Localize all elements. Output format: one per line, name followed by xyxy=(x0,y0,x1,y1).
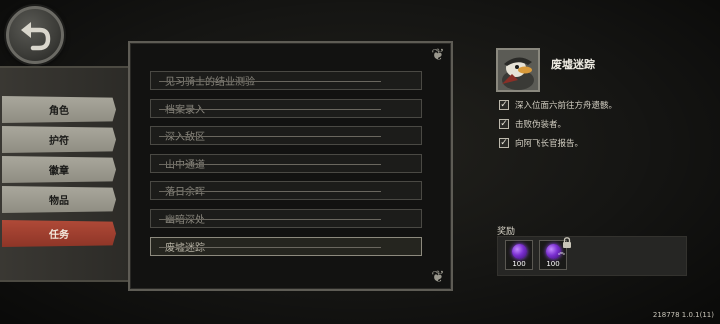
tab-items[interactable]: 物品 xyxy=(2,186,116,213)
upgrade-chevron-icon: ︽ xyxy=(558,248,565,256)
objective-text: 深入位面六前往方舟遗骸。 xyxy=(515,101,618,111)
quest-list-item[interactable]: 档案录入 xyxy=(150,99,422,118)
objective-row: ✓ 击败伪装者。 xyxy=(499,117,566,131)
quest-giver-portrait xyxy=(496,48,540,92)
tab-character[interactable]: 角色 xyxy=(2,96,116,123)
lock-icon xyxy=(563,237,571,248)
objective-row: ✓ 向阿飞长官报告。 xyxy=(499,136,583,150)
strikethrough-line xyxy=(159,81,381,82)
reward-count: 100 xyxy=(512,260,526,268)
tab-label: 任务 xyxy=(49,230,69,241)
quest-list-item[interactable]: 落日余晖 xyxy=(150,181,422,200)
quest-list-item[interactable]: 山中通道 xyxy=(150,154,422,173)
quest-list-item[interactable]: 幽暗深处 xyxy=(150,209,422,228)
ornament-corner-icon: ❦ xyxy=(431,45,445,64)
tab-label: 护符 xyxy=(49,136,69,147)
reward-count: 100 xyxy=(546,260,560,268)
strikethrough-line xyxy=(159,247,381,248)
ornament-corner-icon: ❦ xyxy=(431,267,445,286)
objective-row: ✓ 深入位面六前往方舟遗骸。 xyxy=(499,98,617,112)
duck-knight-portrait-icon xyxy=(498,50,538,90)
strikethrough-line xyxy=(159,191,381,192)
checkbox-checked-icon: ✓ xyxy=(499,119,509,129)
quest-title: 废墟迷踪 xyxy=(551,58,595,71)
quest-list-panel: ❦ ❦ 见习骑士的结业测验 档案录入 深入敌区 山中通道 落日余晖 幽暗深处 废… xyxy=(128,41,453,291)
checkbox-checked-icon: ✓ xyxy=(499,100,509,110)
strikethrough-line xyxy=(159,109,381,110)
back-button[interactable] xyxy=(6,6,64,64)
sidebar-tab-panel: 角色 护符 徽章 物品 任务 xyxy=(0,66,131,282)
checkbox-checked-icon: ✓ xyxy=(499,138,509,148)
tab-charms[interactable]: 护符 xyxy=(2,126,116,153)
strikethrough-line xyxy=(159,136,381,137)
tab-quests[interactable]: 任务 xyxy=(2,220,116,247)
tab-label: 物品 xyxy=(49,196,69,207)
quest-list-item-selected[interactable]: 废墟迷踪 xyxy=(150,237,422,256)
quest-list-item[interactable]: 见习骑士的结业测验 xyxy=(150,71,422,90)
objective-text: 击败伪装者。 xyxy=(515,120,567,130)
strikethrough-line xyxy=(159,219,381,220)
quest-list-item[interactable]: 深入敌区 xyxy=(150,126,422,145)
strikethrough-line xyxy=(159,164,381,165)
tab-badges[interactable]: 徽章 xyxy=(2,156,116,183)
tab-label: 徽章 xyxy=(49,166,69,177)
objective-text: 向阿飞长官报告。 xyxy=(515,139,584,149)
tab-label: 角色 xyxy=(49,106,69,117)
back-arrow-icon xyxy=(21,22,51,51)
version-label: 218778 1.0.1(11) xyxy=(652,311,714,319)
purple-gem-icon xyxy=(512,244,527,259)
reward-item[interactable]: 100 xyxy=(505,240,533,270)
